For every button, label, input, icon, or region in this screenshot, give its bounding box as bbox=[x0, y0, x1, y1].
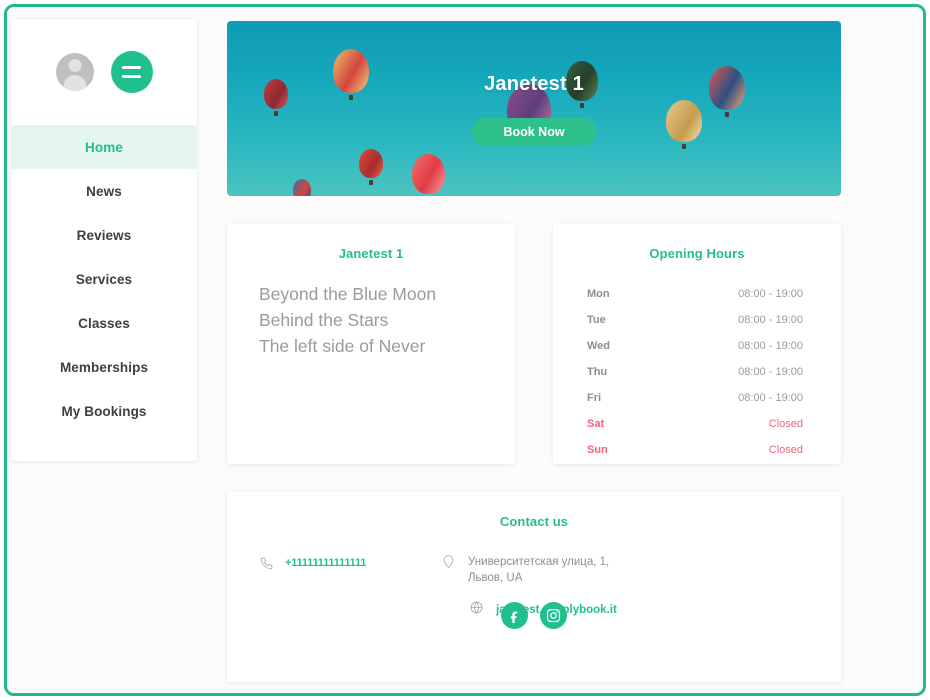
info-card-row: Janetest 1 Beyond the Blue Moon Behind t… bbox=[227, 224, 841, 464]
opening-hours-row: Thu 08:00 - 19:00 bbox=[579, 359, 815, 385]
opening-hours-row: Fri 08:00 - 19:00 bbox=[579, 385, 815, 411]
hours-day: Sun bbox=[587, 444, 608, 456]
user-avatar-icon[interactable] bbox=[55, 53, 94, 91]
hours-time: 08:00 - 19:00 bbox=[738, 366, 803, 378]
hours-day: Sat bbox=[587, 418, 605, 430]
hero-title: Janetest 1 bbox=[484, 73, 584, 95]
sidebar-item-memberships[interactable]: Memberships bbox=[11, 345, 197, 389]
sidebar-item-label: News bbox=[86, 183, 122, 199]
instagram-icon[interactable] bbox=[540, 602, 567, 629]
address-line-2: Львов, UA bbox=[468, 572, 523, 584]
contact-phone[interactable]: +11111111111111 bbox=[260, 557, 366, 574]
contact-card: Contact us +11111111111111 Университетск… bbox=[227, 492, 841, 682]
sidebar-item-services[interactable]: Services bbox=[11, 257, 197, 301]
about-line: Behind the Stars bbox=[259, 310, 389, 330]
sidebar-item-label: Memberships bbox=[59, 359, 149, 375]
opening-hours-row: Tue 08:00 - 19:00 bbox=[579, 307, 815, 333]
opening-hours-row: Sat Closed bbox=[579, 411, 815, 437]
sidebar-item-home[interactable]: Home bbox=[11, 125, 197, 169]
hours-day: Tue bbox=[587, 314, 606, 326]
sidebar-item-my-bookings[interactable]: My Bookings bbox=[11, 389, 197, 433]
hours-day: Fri bbox=[587, 392, 602, 404]
hours-day: Thu bbox=[587, 366, 608, 378]
about-card-title: Janetest 1 bbox=[338, 246, 404, 261]
hours-day: Wed bbox=[587, 340, 611, 352]
hero-banner: Janetest 1 Book Now bbox=[227, 21, 841, 196]
phone-icon bbox=[260, 557, 273, 574]
about-line: Beyond the Blue Moon bbox=[259, 284, 437, 304]
opening-hours-row: Sun Closed bbox=[579, 437, 815, 463]
sidebar-nav: Home News Reviews Services Classes Membe… bbox=[11, 125, 197, 433]
hours-time: Closed bbox=[768, 444, 803, 456]
opening-hours-row: Wed 08:00 - 19:00 bbox=[579, 333, 815, 359]
address-line-1: Университетская улица, 1, bbox=[468, 556, 610, 568]
hamburger-menu-icon[interactable] bbox=[110, 51, 153, 93]
about-line: The left side of Never bbox=[259, 336, 426, 356]
sidebar-item-news[interactable]: News bbox=[11, 169, 197, 213]
opening-hours-title: Opening Hours bbox=[649, 246, 745, 261]
location-pin-icon bbox=[442, 554, 455, 573]
sidebar-item-label: My Bookings bbox=[61, 403, 147, 419]
opening-hours-row: Mon 08:00 - 19:00 bbox=[579, 281, 815, 307]
sidebar-item-classes[interactable]: Classes bbox=[11, 301, 197, 345]
sidebar-item-label: Classes bbox=[78, 315, 130, 331]
hours-time: 08:00 - 19:00 bbox=[738, 288, 803, 300]
sidebar-header bbox=[11, 19, 197, 125]
sidebar: Home News Reviews Services Classes Membe… bbox=[11, 19, 197, 461]
sidebar-item-label: Services bbox=[75, 271, 133, 287]
contact-card-title: Contact us bbox=[499, 514, 569, 529]
hero-balloon-image bbox=[227, 21, 841, 196]
app-window: Home News Reviews Services Classes Membe… bbox=[4, 4, 926, 696]
hamburger-line bbox=[122, 75, 141, 79]
sidebar-item-reviews[interactable]: Reviews bbox=[11, 213, 197, 257]
social-links bbox=[227, 602, 841, 629]
hours-time: 08:00 - 19:00 bbox=[738, 392, 803, 404]
main-content: Janetest 1 Book Now Janetest 1 Beyond th… bbox=[227, 21, 841, 682]
opening-hours-card: Opening Hours Mon 08:00 - 19:00 Tue 08:0… bbox=[553, 224, 841, 464]
facebook-icon[interactable] bbox=[501, 602, 528, 629]
sidebar-item-label: Reviews bbox=[76, 227, 132, 243]
about-card: Janetest 1 Beyond the Blue Moon Behind t… bbox=[227, 224, 515, 464]
hours-time: Closed bbox=[768, 418, 803, 430]
contact-address: Университетская улица, 1, Львов, UA bbox=[442, 554, 672, 586]
book-now-button[interactable]: Book Now bbox=[471, 118, 597, 146]
hamburger-line bbox=[122, 65, 141, 69]
hours-day: Mon bbox=[587, 288, 610, 300]
about-card-text: Beyond the Blue Moon Behind the Stars Th… bbox=[253, 281, 489, 359]
contact-address-text: Университетская улица, 1, Львов, UA bbox=[468, 554, 609, 586]
hours-time: 08:00 - 19:00 bbox=[738, 314, 803, 326]
hours-time: 08:00 - 19:00 bbox=[738, 340, 803, 352]
sidebar-item-label: Home bbox=[85, 139, 123, 155]
contact-phone-number[interactable]: +11111111111111 bbox=[285, 557, 366, 569]
